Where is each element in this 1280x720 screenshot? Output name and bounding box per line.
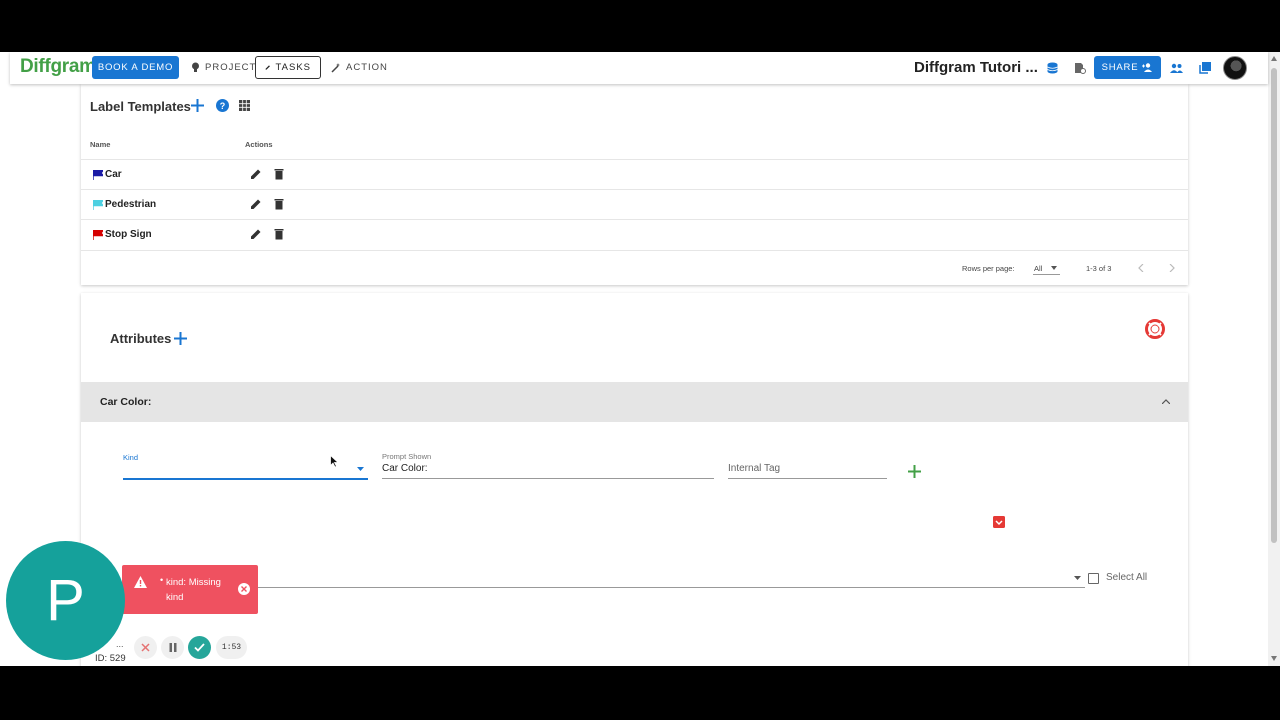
action-button[interactable]: ACTION xyxy=(322,56,397,79)
edit-icon[interactable] xyxy=(250,198,262,210)
flag-icon xyxy=(93,200,103,210)
mouse-cursor-icon xyxy=(330,455,339,468)
user-avatar[interactable] xyxy=(1223,56,1247,80)
app-viewport: Diffgram BOOK A DEMO PROJECT TASKS ACTIO… xyxy=(0,52,1280,666)
share-button[interactable]: SHARE xyxy=(1094,56,1161,79)
warning-icon xyxy=(134,576,147,588)
column-header-name[interactable]: Name xyxy=(90,140,110,149)
label-name: Stop Sign xyxy=(105,229,152,240)
magic-wand-icon xyxy=(331,62,340,73)
attribute-panel-title: Car Color: xyxy=(100,396,152,408)
error-message: kind: Missing kind xyxy=(166,577,221,603)
internal-tag-field[interactable]: Internal Tag xyxy=(728,463,887,480)
add-attribute-icon[interactable] xyxy=(174,332,187,345)
next-page-icon[interactable] xyxy=(1169,264,1175,272)
diffgram-logo[interactable]: Diffgram xyxy=(20,56,96,78)
help-icon[interactable]: ? xyxy=(216,99,229,112)
label-select[interactable]: Label xyxy=(123,572,1085,589)
rows-per-page-label: Rows per page: xyxy=(962,264,1015,273)
previous-page-icon[interactable] xyxy=(1138,264,1144,272)
edit-icon[interactable] xyxy=(250,228,262,240)
delete-icon[interactable] xyxy=(273,168,285,180)
rows-per-page-value: All xyxy=(1034,264,1043,273)
select-all-checkbox[interactable] xyxy=(1088,573,1099,584)
recorder-timer: 1:53 xyxy=(216,636,247,659)
share-button-label: SHARE xyxy=(1101,62,1139,73)
table-row: Car xyxy=(81,159,1188,189)
action-button-label: ACTION xyxy=(346,62,388,73)
table-row: Stop Sign xyxy=(81,219,1188,249)
prompt-shown-label: Prompt Shown xyxy=(382,452,432,461)
project-title[interactable]: Diffgram Tutori ... xyxy=(914,59,1038,76)
close-icon[interactable] xyxy=(238,583,250,595)
billing-icon[interactable] xyxy=(1072,60,1088,76)
internal-tag-placeholder: Internal Tag xyxy=(728,463,781,474)
recorder-finish-button[interactable] xyxy=(188,636,211,659)
pencil-icon xyxy=(265,65,270,70)
team-icon[interactable] xyxy=(1168,60,1184,76)
pagination-range: 1-3 of 3 xyxy=(1086,264,1112,273)
flag-icon xyxy=(93,170,103,180)
pause-icon xyxy=(169,643,176,652)
rows-per-page-select[interactable]: All xyxy=(1033,260,1060,275)
element-id-text: ID: 529 xyxy=(95,653,126,664)
archive-icon[interactable] xyxy=(993,516,1005,528)
add-option-icon[interactable] xyxy=(908,465,921,478)
check-icon xyxy=(194,643,205,652)
flag-icon xyxy=(93,230,103,240)
lifebuoy-icon[interactable] xyxy=(1145,319,1165,339)
delete-icon[interactable] xyxy=(273,198,285,210)
prompt-shown-value: Car Color: xyxy=(382,463,428,474)
label-name: Car xyxy=(105,169,122,180)
label-templates-card: Label Templates ? Name Actions Car Pedes… xyxy=(81,84,1188,285)
label-select-placeholder: Label xyxy=(123,572,1085,583)
recorder-avatar: P xyxy=(6,541,125,660)
tasks-button[interactable]: TASKS xyxy=(255,56,321,79)
column-header-actions: Actions xyxy=(245,140,273,149)
svg-text:?: ? xyxy=(220,101,226,111)
select-all-label: Select All xyxy=(1106,572,1148,583)
table-row: Pedestrian xyxy=(81,189,1188,219)
table-footer: Rows per page: All 1-3 of 3 xyxy=(81,250,1188,285)
top-app-bar: Diffgram BOOK A DEMO PROJECT TASKS ACTIO… xyxy=(10,52,1268,84)
scroll-up-icon[interactable] xyxy=(1271,56,1277,61)
project-button[interactable]: PROJECT xyxy=(182,56,265,79)
recorder-pause-button[interactable] xyxy=(161,636,184,659)
recorder-more-dots[interactable]: ... xyxy=(116,639,124,649)
chevron-down-icon xyxy=(1074,576,1081,580)
delete-icon[interactable] xyxy=(273,228,285,240)
label-name: Pedestrian xyxy=(105,199,157,210)
add-label-icon[interactable] xyxy=(191,99,204,112)
library-books-icon[interactable] xyxy=(1197,60,1213,76)
attributes-title: Attributes xyxy=(110,331,172,346)
chevron-down-icon xyxy=(1051,266,1057,270)
chevron-up-icon[interactable] xyxy=(1162,399,1170,404)
person-add-icon xyxy=(1142,63,1153,72)
table-view-icon[interactable] xyxy=(239,100,250,111)
lightbulb-icon xyxy=(192,62,199,72)
edit-icon[interactable] xyxy=(250,168,262,180)
database-icon[interactable] xyxy=(1044,60,1060,76)
book-demo-button[interactable]: BOOK A DEMO xyxy=(92,56,179,79)
label-templates-title: Label Templates xyxy=(90,99,191,114)
page-scrollbar[interactable] xyxy=(1268,52,1280,666)
chevron-down-icon xyxy=(357,467,364,471)
error-toast: • kind: Missing kind xyxy=(122,565,258,614)
cancel-icon xyxy=(141,643,150,652)
recorder-cancel-button[interactable] xyxy=(134,636,157,659)
prompt-shown-field[interactable]: Prompt Shown Car Color: xyxy=(382,452,714,480)
attribute-panel-header[interactable]: Car Color: xyxy=(81,382,1188,422)
project-button-label: PROJECT xyxy=(205,62,257,73)
scroll-thumb[interactable] xyxy=(1271,68,1277,543)
tasks-button-label: TASKS xyxy=(275,62,311,73)
scroll-down-icon[interactable] xyxy=(1271,656,1277,661)
